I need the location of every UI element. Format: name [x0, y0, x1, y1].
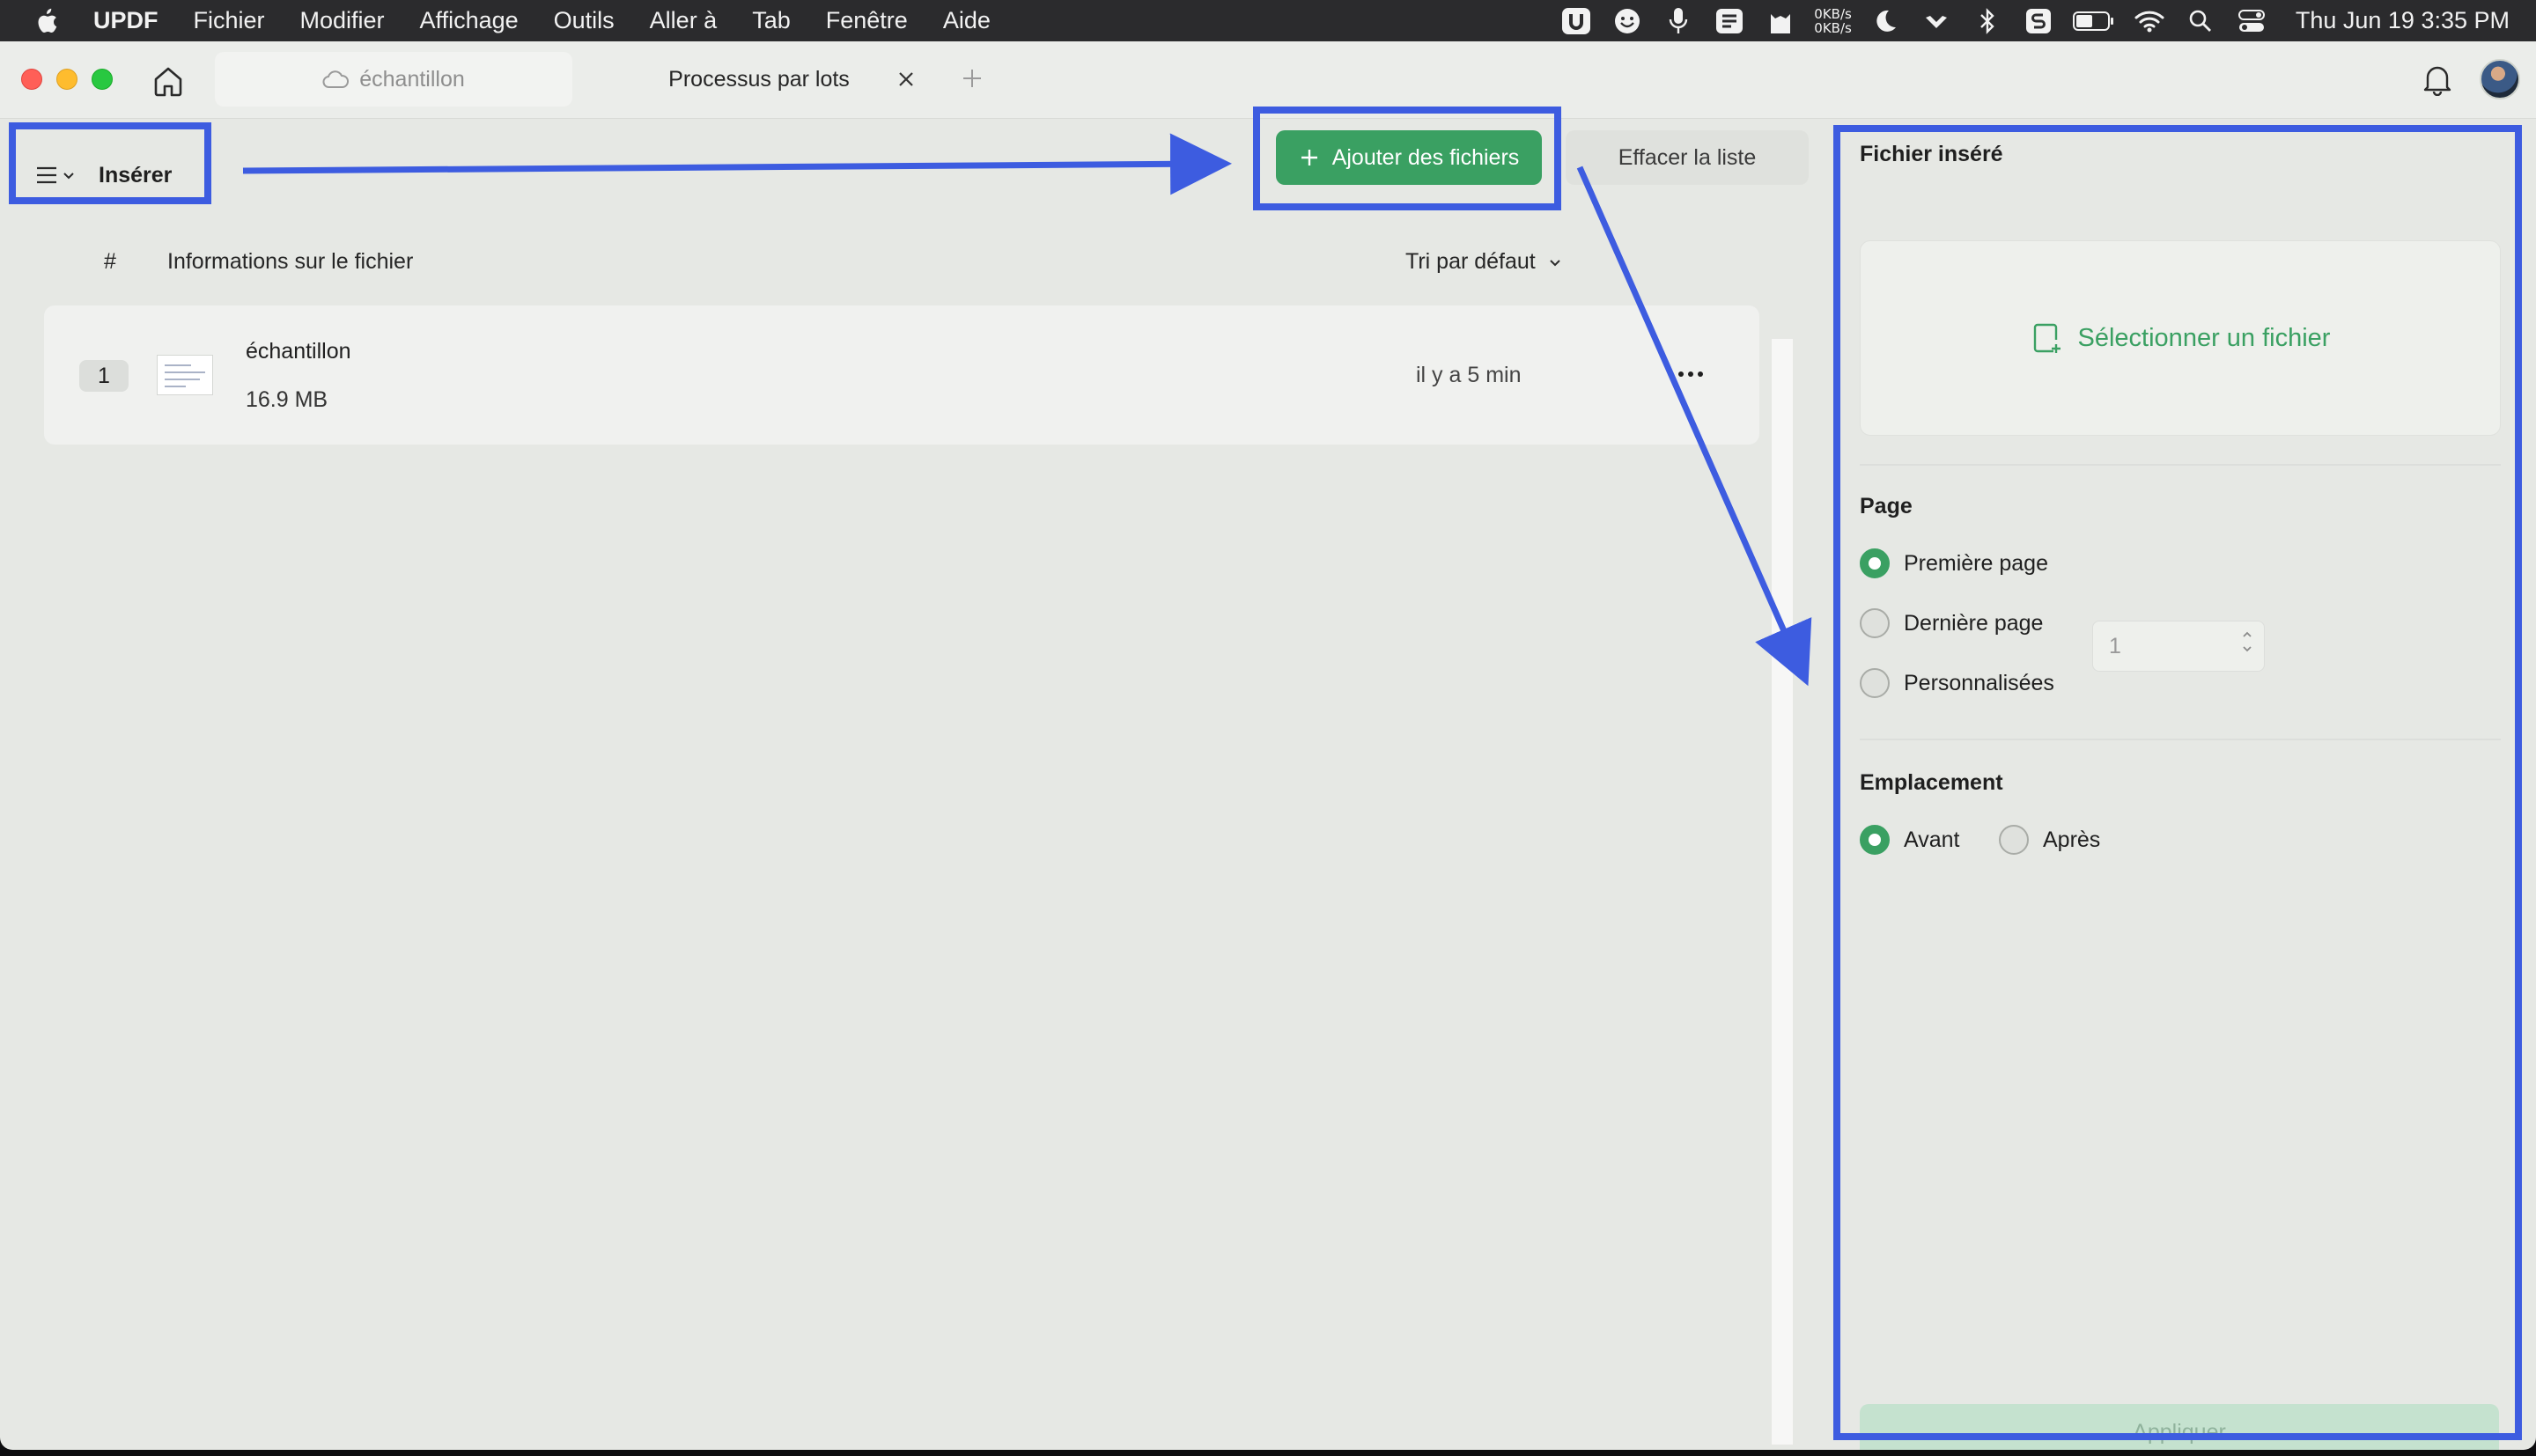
plus-icon — [1301, 150, 1317, 165]
page-section-title: Page — [1860, 494, 1913, 518]
file-modified-time: il y a 5 min — [1416, 363, 1522, 387]
radio-button[interactable] — [1860, 548, 1890, 578]
radio-label: Après — [2043, 827, 2101, 852]
menu-clock[interactable]: Thu Jun 19 3:35 PM — [2296, 7, 2510, 34]
app-window: échantillon Processus par lots Insérer A — [0, 41, 2536, 1450]
minimize-window-button[interactable] — [56, 69, 77, 90]
list-scrollbar[interactable] — [1772, 339, 1793, 1445]
screen-icon[interactable] — [1712, 7, 1747, 35]
tool-selector-label: Insérer — [99, 162, 173, 188]
apply-button[interactable]: Appliquer — [1860, 1404, 2499, 1450]
microphone-icon[interactable] — [1661, 7, 1696, 35]
cloud-icon — [322, 70, 350, 89]
tab-document[interactable]: échantillon — [215, 52, 572, 107]
file-thumbnail — [157, 355, 213, 395]
add-files-button[interactable]: Ajouter des fichiers — [1276, 130, 1542, 185]
radio-custom-page[interactable]: Personnalisées — [1860, 668, 2054, 698]
list-menu-icon — [35, 165, 76, 186]
more-options-icon[interactable] — [1670, 358, 1712, 390]
file-index: 1 — [79, 360, 129, 392]
inserted-file-title: Fichier inséré — [1860, 142, 2003, 166]
radio-before[interactable]: Avant — [1860, 825, 1959, 855]
custom-page-stepper[interactable]: 1 — [2092, 621, 2265, 672]
menu-fenetre[interactable]: Fenêtre — [826, 7, 908, 34]
file-add-icon — [2033, 323, 2060, 353]
script-icon[interactable] — [2021, 7, 2056, 35]
tab-batch-label: Processus par lots — [668, 66, 850, 92]
apply-label: Appliquer — [2133, 1419, 2226, 1445]
radio-button[interactable] — [1860, 608, 1890, 638]
menu-aide[interactable]: Aide — [943, 7, 991, 34]
radio-after[interactable]: Après — [1999, 825, 2100, 855]
download-icon[interactable] — [1919, 7, 1954, 35]
menu-app-name[interactable]: UPDF — [93, 7, 158, 34]
notification-bell-icon[interactable] — [2420, 61, 2455, 98]
tool-selector[interactable]: Insérer — [19, 138, 204, 212]
insert-settings-panel: Fichier inséré Sélectionner un fichier P… — [1840, 126, 2511, 1450]
control-center-icon[interactable] — [2234, 7, 2269, 35]
status-area: 0KB/s 0KB/s Thu Jun 19 3:35 PM — [1543, 7, 2510, 35]
menu-tab[interactable]: Tab — [752, 7, 791, 34]
add-files-label: Ajouter des fichiers — [1331, 144, 1520, 170]
menu-bar: UPDF Fichier Modifier Affichage Outils A… — [0, 0, 2536, 41]
home-icon[interactable] — [148, 61, 188, 101]
apple-icon[interactable] — [26, 7, 65, 35]
column-file-info-header: Informations sur le fichier — [167, 249, 414, 274]
bluetooth-icon[interactable] — [1970, 7, 2005, 35]
file-list-area: Insérer Ajouter des fichiers Effacer la … — [0, 119, 1823, 1450]
close-tab-icon[interactable] — [893, 66, 919, 92]
file-name: échantillon — [246, 339, 351, 364]
network-speed: 0KB/s 0KB/s — [1814, 5, 1852, 36]
divider — [1860, 739, 2501, 740]
stepper-arrows-icon[interactable] — [2241, 629, 2253, 654]
chevron-down-icon — [63, 173, 74, 180]
location-section-title: Emplacement — [1860, 770, 2003, 795]
menu-fichier[interactable]: Fichier — [194, 7, 265, 34]
emoji-icon[interactable] — [1610, 7, 1645, 35]
close-window-button[interactable] — [21, 69, 42, 90]
sort-label: Tri par défaut — [1405, 249, 1536, 274]
radio-button[interactable] — [1860, 825, 1890, 855]
updf-status-icon[interactable] — [1559, 7, 1594, 35]
clear-list-label: Effacer la liste — [1618, 144, 1757, 170]
radio-button[interactable] — [1999, 825, 2029, 855]
menu-outils[interactable]: Outils — [554, 7, 615, 34]
moon-icon[interactable] — [1868, 7, 1903, 35]
title-bar: échantillon Processus par lots — [0, 41, 2536, 119]
avatar[interactable] — [2480, 59, 2520, 99]
column-index-header: # — [104, 249, 116, 274]
menu-aller-a[interactable]: Aller à — [650, 7, 718, 34]
tab-document-label: échantillon — [359, 66, 465, 92]
custom-page-value: 1 — [2109, 633, 2121, 658]
select-file-label: Sélectionner un fichier — [2077, 323, 2331, 352]
radio-label: Première page — [1904, 550, 2048, 576]
file-size: 16.9 MB — [246, 387, 328, 412]
radio-label: Avant — [1904, 827, 1960, 852]
radio-label: Personnalisées — [1904, 670, 2054, 695]
clear-list-button[interactable]: Effacer la liste — [1566, 130, 1809, 185]
radio-button[interactable] — [1860, 668, 1890, 698]
radio-first-page[interactable]: Première page — [1860, 548, 2048, 578]
radio-last-page[interactable]: Dernière page — [1860, 608, 2043, 638]
spotlight-search-icon[interactable] — [2183, 7, 2218, 35]
select-file-button[interactable]: Sélectionner un fichier — [1860, 240, 2501, 436]
add-tab-icon[interactable] — [956, 63, 988, 94]
battery-icon[interactable] — [2072, 7, 2116, 35]
zoom-window-button[interactable] — [92, 69, 113, 90]
radio-label: Dernière page — [1904, 610, 2044, 636]
chevron-down-icon — [1550, 259, 1560, 266]
list-item[interactable]: 1 échantillon 16.9 MB il y a 5 min — [44, 305, 1759, 445]
sort-dropdown[interactable]: Tri par défaut — [1405, 249, 1562, 275]
menu-modifier[interactable]: Modifier — [300, 7, 385, 34]
cat-icon[interactable] — [1763, 7, 1798, 35]
menu-affichage[interactable]: Affichage — [420, 7, 519, 34]
divider — [1860, 464, 2501, 466]
wifi-icon[interactable] — [2132, 7, 2167, 35]
tab-batch-process[interactable]: Processus par lots — [585, 52, 933, 107]
